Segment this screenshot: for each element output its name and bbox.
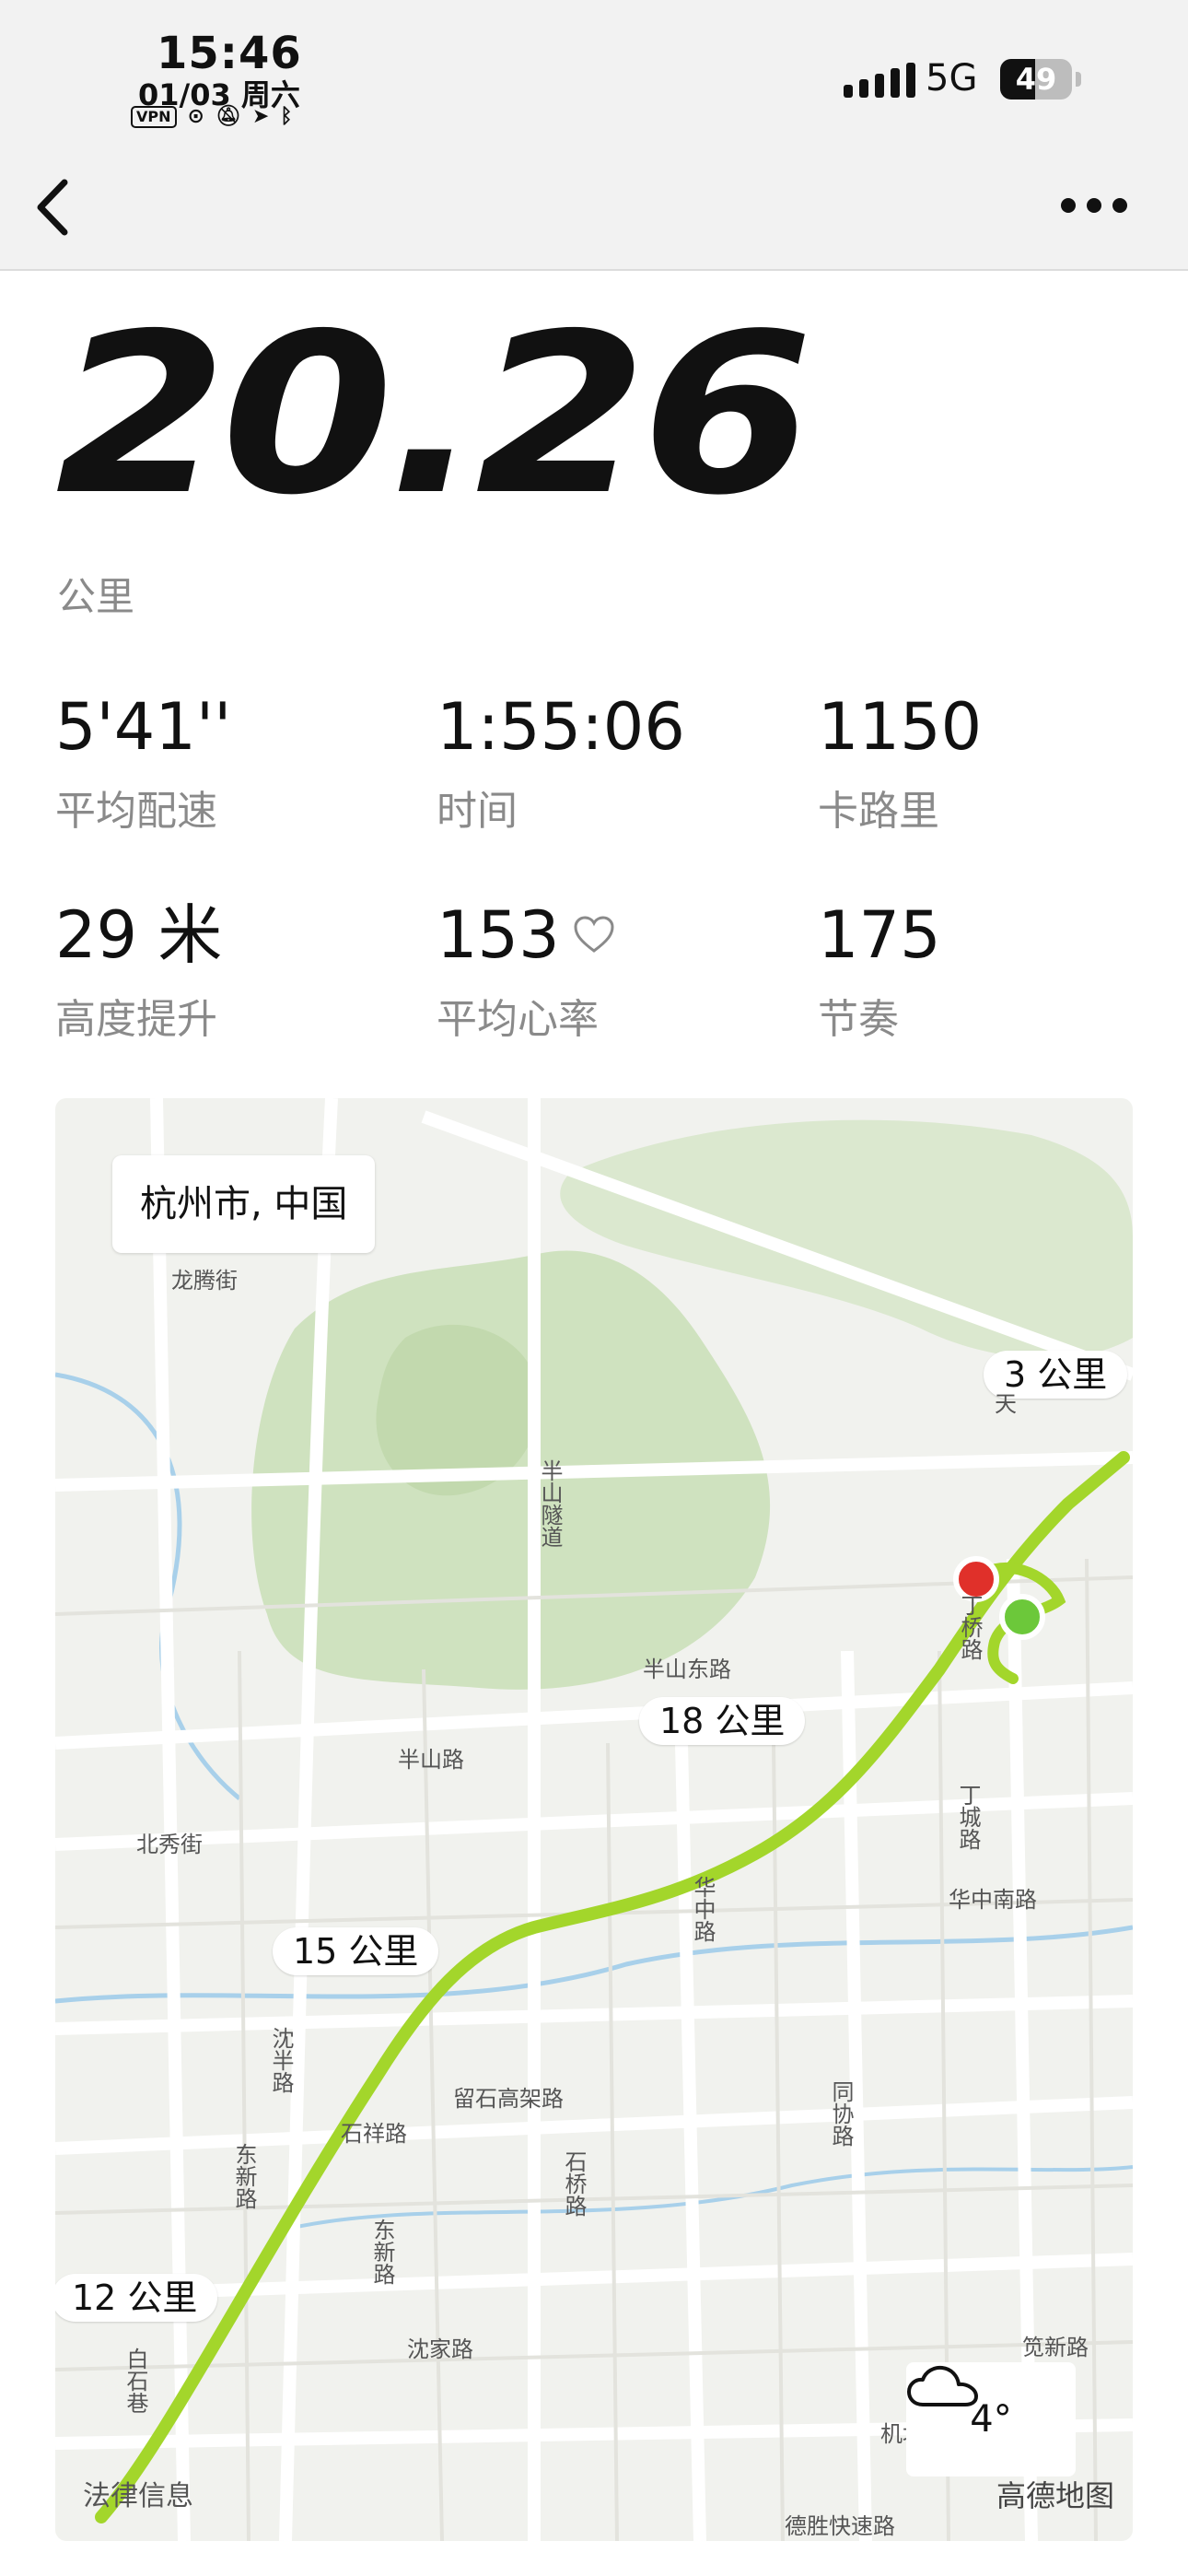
km-marker: 18 公里 <box>639 1697 806 1745</box>
road-label: 东新路 <box>231 2143 257 2209</box>
start-marker <box>999 1594 1045 1640</box>
vpn-icon: VPN <box>131 105 177 128</box>
road-label: 石祥路 <box>341 2121 407 2147</box>
stat-value: 29 米 <box>55 897 223 973</box>
km-marker: 15 公里 <box>273 1927 439 1975</box>
stat-calories: 1150 卡路里 <box>818 695 982 837</box>
km-marker: 12 公里 <box>55 2274 218 2322</box>
road-label: 半山隧道 <box>537 1459 563 1548</box>
river <box>275 2165 1133 2233</box>
status-icons: VPN ⊙ 🔕︎ ➤ ᛒ <box>131 105 293 128</box>
location-arrow-icon: ➤ <box>251 105 270 128</box>
stat-value-row: 153 <box>437 903 615 967</box>
stat-elevation-gain: 29 米 高度提升 <box>55 903 222 1045</box>
battery-icon: 49 <box>1000 59 1072 100</box>
distance-unit: 公里 <box>57 574 135 619</box>
battery-tip <box>1076 72 1081 87</box>
stat-avg-pace: 5'41'' 平均配速 <box>55 695 231 837</box>
road-label: 龙腾街 <box>171 1268 238 1294</box>
more-dot <box>1112 198 1127 213</box>
chevron-left-icon <box>37 179 68 236</box>
stat-value: 1:55:06 <box>437 689 685 765</box>
road-label: 德胜快速路 <box>785 2513 895 2539</box>
weather-badge: 4° <box>906 2362 1076 2476</box>
road-label: 沈家路 <box>407 2336 473 2362</box>
mute-bell-icon: 🔕︎ <box>215 105 241 128</box>
stat-label: 平均配速 <box>55 788 217 835</box>
road-label: 华中路 <box>690 1876 716 1942</box>
stat-value: 175 <box>818 897 941 973</box>
stat-label: 卡路里 <box>818 788 939 835</box>
stat-cadence: 175 节奏 <box>818 903 941 1045</box>
road-label: 半山东路 <box>643 1657 731 1682</box>
legal-info-link[interactable]: 法律信息 <box>83 2473 193 2513</box>
stat-label: 高度提升 <box>55 996 217 1043</box>
stat-label: 时间 <box>437 788 518 835</box>
stat-value: 153 <box>437 897 560 973</box>
road-label: 华中南路 <box>949 1887 1037 1913</box>
stat-value: 1150 <box>818 689 983 765</box>
stat-avg-heart-rate: 153 平均心率 <box>437 903 615 1045</box>
road-label: 沈半路 <box>268 2027 294 2093</box>
road-label: 天 <box>995 1391 1017 1417</box>
road-label: 同协路 <box>828 2080 854 2147</box>
stat-duration: 1:55:06 时间 <box>437 695 685 837</box>
lock-rotation-icon: ⊙ <box>187 105 204 128</box>
battery-level: 49 <box>1015 62 1057 97</box>
distance-value: 20.26 <box>55 286 813 544</box>
road-label: 北秀街 <box>136 1832 203 1857</box>
route-map[interactable]: 杭州市, 中国 3 公里 18 公里 15 公里 12 公里 龙腾街 半山隧道 … <box>55 1098 1133 2541</box>
river <box>55 1925 1133 2004</box>
stat-label: 节奏 <box>818 996 899 1043</box>
stat-label: 平均心率 <box>437 996 599 1043</box>
road-label: 东新路 <box>369 2219 395 2285</box>
network-type: 5G <box>926 57 978 100</box>
road-label: 笕新路 <box>1022 2335 1089 2360</box>
signal-icon <box>844 63 915 98</box>
road-label: 丁城路 <box>955 1784 981 1850</box>
status-and-nav-bar: 15:46 01/03 周六 VPN ⊙ 🔕︎ ➤ ᛒ 5G 49 <box>0 0 1188 271</box>
stat-value: 5'41'' <box>55 689 232 765</box>
more-dot <box>1087 198 1101 213</box>
bluetooth-icon: ᛒ <box>280 105 293 128</box>
road-label: 白石巷 <box>122 2348 148 2414</box>
back-button[interactable] <box>28 175 83 240</box>
more-options-button[interactable] <box>1061 182 1144 228</box>
road-label: 半山路 <box>398 1747 464 1773</box>
road-label: 石桥路 <box>561 2150 587 2217</box>
city-label: 杭州市, 中国 <box>112 1155 376 1253</box>
road-label: 丁桥路 <box>957 1594 983 1660</box>
heart-icon <box>574 916 614 953</box>
map-provider-logo: 高德地图 <box>996 2478 1115 2513</box>
cloud-icon <box>907 2365 978 2406</box>
more-dot <box>1061 198 1076 213</box>
road-label: 留石高架路 <box>453 2086 564 2112</box>
